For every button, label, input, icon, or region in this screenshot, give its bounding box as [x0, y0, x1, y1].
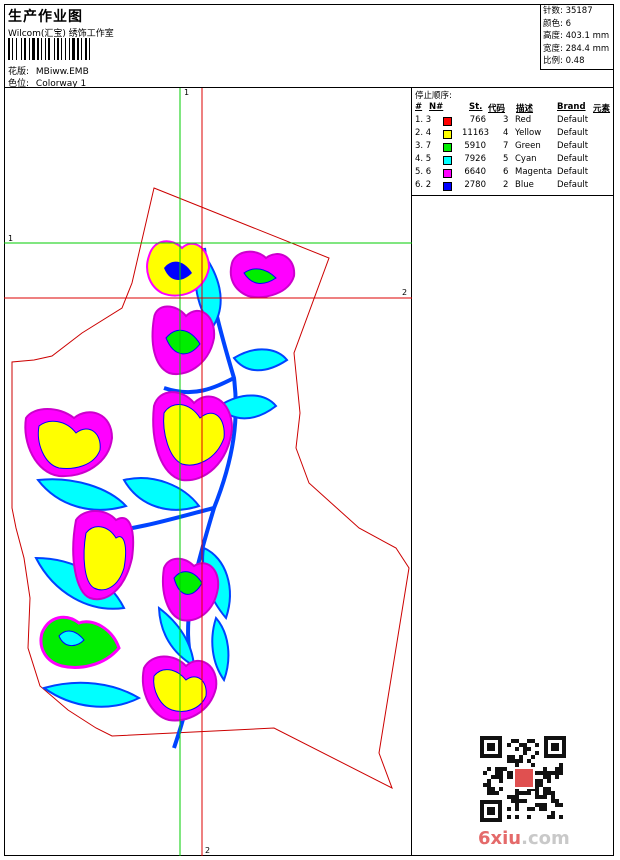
row-number: 2. 4: [415, 128, 432, 138]
header: 生产作业图 Wilcom(汇宝) 绣饰工作室 花版: MBiww.EMB 色位:…: [4, 4, 614, 89]
row-stitches: 6640: [464, 167, 486, 177]
col-brand: Brand: [557, 102, 586, 112]
stat-stitches: 针数: 35187: [543, 6, 593, 16]
watermark-brand: 6xiu: [478, 828, 522, 849]
row-stitches: 5910: [464, 141, 486, 151]
row-desc: Cyan: [515, 154, 537, 164]
row-code: 7: [503, 141, 509, 151]
col-number: #: [415, 102, 423, 112]
stat-colors: 颜色: 6: [543, 18, 571, 29]
page-title: 生产作业图: [8, 9, 83, 25]
row-brand: Default: [557, 115, 589, 125]
row-code: 4: [503, 128, 509, 138]
row-number: 6. 2: [415, 180, 432, 190]
row-desc: Magenta: [515, 167, 553, 177]
row-desc: Red: [515, 115, 532, 125]
stop-sequence-panel: 停止顺序: # N# St. 代码 描述 Brand 元素 1. 3 766 3…: [412, 88, 614, 196]
guide-label-red-h: 2: [402, 288, 408, 297]
row-brand: Default: [557, 180, 589, 190]
color-swatch: [443, 169, 452, 178]
row-brand: Default: [557, 128, 589, 138]
color-swatch: [443, 130, 452, 139]
color-swatch: [443, 156, 452, 165]
row-code: 6: [503, 167, 509, 177]
row-desc: Blue: [515, 180, 534, 190]
table-row: 4. 5 7926 5 Cyan Default: [412, 154, 614, 167]
stats-box: 针数: 35187 颜色: 6 高度: 403.1 mm 宽度: 284.4 m…: [540, 4, 614, 70]
color-swatch: [443, 117, 452, 126]
col-needle: N#: [429, 102, 444, 112]
stat-width: 宽度: 284.4 mm: [543, 43, 610, 54]
stop-sequence-title: 停止顺序:: [415, 91, 452, 101]
embroidery-preview: [4, 88, 412, 856]
row-number: 5. 6: [415, 167, 432, 177]
row-number: 1. 3: [415, 115, 432, 125]
row-code: 5: [503, 154, 509, 164]
table-row: 6. 2 2780 2 Blue Default: [412, 180, 614, 193]
col-stitches: St.: [469, 102, 483, 112]
guide-label-green-h: 1: [8, 234, 14, 243]
row-desc: Yellow: [515, 128, 542, 138]
row-stitches: 2780: [464, 180, 486, 190]
col-code: 代码: [488, 104, 506, 114]
table-row: 5. 6 6640 6 Magenta Default: [412, 167, 614, 180]
watermark: 6xiu.com: [478, 828, 570, 849]
row-number: 3. 7: [415, 141, 432, 151]
row-code: 3: [503, 115, 509, 125]
row-brand: Default: [557, 167, 589, 177]
table-row: 3. 7 5910 7 Green Default: [412, 141, 614, 154]
row-stitches: 7926: [464, 154, 486, 164]
row-brand: Default: [557, 154, 589, 164]
row-number: 4. 5: [415, 154, 432, 164]
guide-label-green-v: 1: [184, 88, 190, 97]
stat-height: 高度: 403.1 mm: [543, 31, 610, 42]
row-stitches: 766: [469, 115, 486, 125]
table-row: 1. 3 766 3 Red Default: [412, 115, 614, 128]
row-desc: Green: [515, 141, 541, 151]
col-desc: 描述: [516, 104, 534, 114]
col-element: 元素: [593, 104, 611, 114]
row-stitches: 11163: [462, 128, 490, 138]
row-brand: Default: [557, 141, 589, 151]
watermark-suffix: .com: [521, 828, 570, 849]
row-code: 2: [503, 180, 509, 190]
color-swatch: [443, 143, 452, 152]
qr-code: [480, 736, 566, 822]
design-canvas: 1 1 2 2: [4, 88, 412, 856]
color-swatch: [443, 182, 452, 191]
table-row: 2. 4 11163 4 Yellow Default: [412, 128, 614, 141]
barcode: [8, 38, 90, 60]
guide-label-red-v: 2: [205, 846, 211, 855]
stat-scale: 比例: 0.48: [543, 56, 585, 67]
